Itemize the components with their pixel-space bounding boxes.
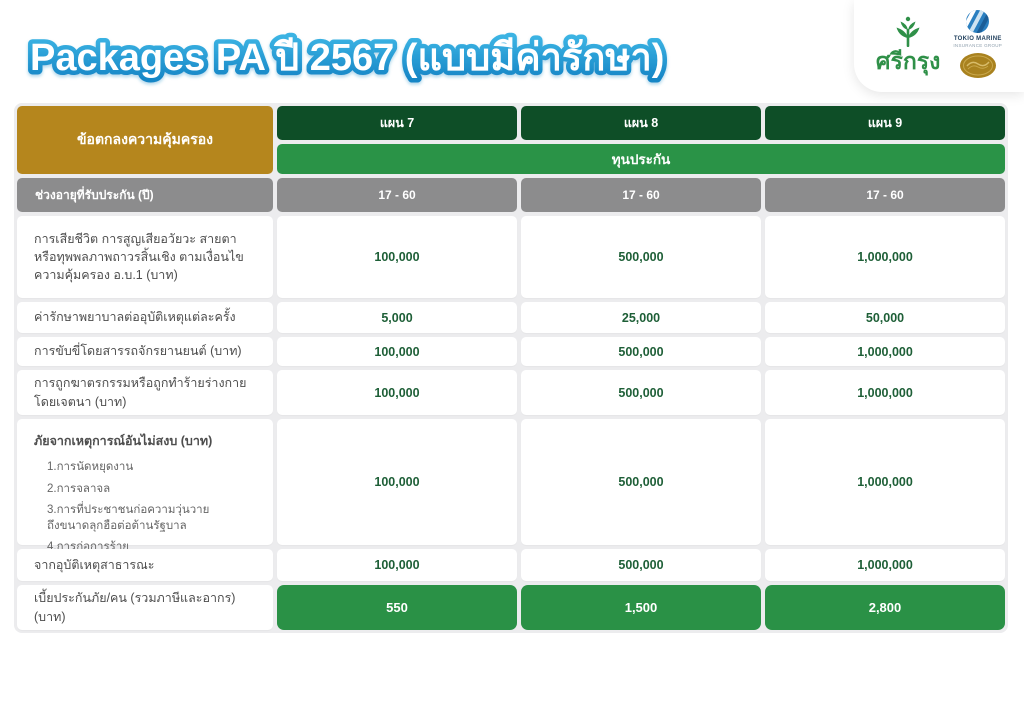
page-title: Packages PA ปี 2567 (แบบมีค่ารักษา) (22, 22, 742, 92)
benefit-label-text: การถูกฆาตรกรรมหรือถูกทำร้ายร่างกาย โดยเจ… (34, 374, 246, 410)
benefit-value: 500,000 (521, 419, 761, 545)
age-range-label: ช่วงอายุที่รับประกัน (ปี) (17, 178, 273, 212)
benefit-value: 1,000,000 (765, 337, 1005, 366)
benefit-value: 50,000 (765, 302, 1005, 333)
premium-value: 550 (277, 585, 517, 630)
sum-insured-header: ทุนประกัน (277, 144, 1005, 174)
plan-7-header: แผน 7 (277, 106, 517, 140)
table-corner-header: ข้อตกลงความคุ้มครอง (17, 106, 273, 174)
benefit-value: 100,000 (277, 549, 517, 581)
srikrung-logo: ศรีกรุง (876, 16, 940, 73)
benefit-value: 1,000,000 (765, 216, 1005, 298)
premium-value: 1,500 (521, 585, 761, 630)
tokio-marine-wordmark: TOKIO MARINE (954, 36, 1002, 42)
benefit-value: 500,000 (521, 370, 761, 415)
coverage-table: ข้อตกลงความคุ้มครอง แผน 7 แผน 8 แผน 9 ทุ… (14, 103, 1008, 633)
benefit-value: 500,000 (521, 216, 761, 298)
benefit-row-label: เบี้ยประกันภัย/คน (รวมภาษีและอากร) (บาท) (17, 585, 273, 630)
age-range-value: 17 - 60 (521, 178, 761, 212)
benefit-value: 1,000,000 (765, 370, 1005, 415)
benefit-value: 500,000 (521, 549, 761, 581)
benefit-value: 5,000 (277, 302, 517, 333)
plan-8-header: แผน 8 (521, 106, 761, 140)
benefit-row-label: จากอุบัติเหตุสาธารณะ (17, 549, 273, 581)
rice-sprout-icon (891, 16, 925, 48)
benefit-value: 100,000 (277, 419, 517, 545)
tokio-marine-globe-icon (965, 9, 990, 34)
page-title-text: Packages PA ปี 2567 (แบบมีค่ารักษา) (30, 37, 664, 79)
page-title-svg: Packages PA ปี 2567 (แบบมีค่ารักษา) (22, 22, 742, 92)
benefit-value: 100,000 (277, 216, 517, 298)
hazard-sub-item: 2.การจลาจล (47, 482, 110, 498)
premium-value: 2,800 (765, 585, 1005, 630)
plan-9-header: แผน 9 (765, 106, 1005, 140)
tokio-marine-logo: TOKIO MARINE INSURANCE GROUP (953, 9, 1002, 79)
benefit-row-label: การขับขี่โดยสารรถจักรยานยนต์ (บาท) (17, 337, 273, 366)
benefit-label-text: ค่ารักษาพยาบาลต่ออุบัติเหตุแต่ละครั้ง (34, 308, 236, 326)
age-range-value: 17 - 60 (765, 178, 1005, 212)
hazard-sub-item: 3.การที่ประชาชนก่อความวุ่นวาย ถึงขนาดลุก… (47, 503, 209, 534)
tokio-marine-subtitle: INSURANCE GROUP (953, 43, 1002, 48)
benefit-row-label: ภัยจากเหตุการณ์อันไม่สงบ (บาท) 1.การนัดหย… (17, 419, 273, 545)
benefit-value: 1,000,000 (765, 549, 1005, 581)
benefit-value: 1,000,000 (765, 419, 1005, 545)
benefit-value: 100,000 (277, 370, 517, 415)
benefit-label-text: การเสียชีวิต การสูญเสียอวัยวะ สายตา หรือ… (34, 230, 244, 284)
benefit-row-label: การเสียชีวิต การสูญเสียอวัยวะ สายตา หรือ… (17, 216, 273, 298)
hazard-sub-item: 1.การนัดหยุดงาน (47, 460, 133, 476)
gold-emblem-icon (959, 52, 997, 79)
benefit-label-text: จากอุบัติเหตุสาธารณะ (34, 556, 154, 574)
age-range-value: 17 - 60 (277, 178, 517, 212)
benefit-label-text: การขับขี่โดยสารรถจักรยานยนต์ (บาท) (34, 342, 242, 360)
srikrung-wordmark: ศรีกรุง (876, 50, 940, 73)
benefit-row-label: ค่ารักษาพยาบาลต่ออุบัติเหตุแต่ละครั้ง (17, 302, 273, 333)
benefit-value: 25,000 (521, 302, 761, 333)
benefit-row-label: การถูกฆาตรกรรมหรือถูกทำร้ายร่างกาย โดยเจ… (17, 370, 273, 415)
benefit-value: 500,000 (521, 337, 761, 366)
brand-logo-card: ศรีกรุง TOKIO MARINE INSURANCE GROUP (854, 0, 1024, 92)
benefit-label-text: เบี้ยประกันภัย/คน (รวมภาษีและอากร) (บาท) (34, 589, 263, 625)
benefit-label-text: ภัยจากเหตุการณ์อันไม่สงบ (บาท) (34, 432, 212, 450)
benefit-value: 100,000 (277, 337, 517, 366)
